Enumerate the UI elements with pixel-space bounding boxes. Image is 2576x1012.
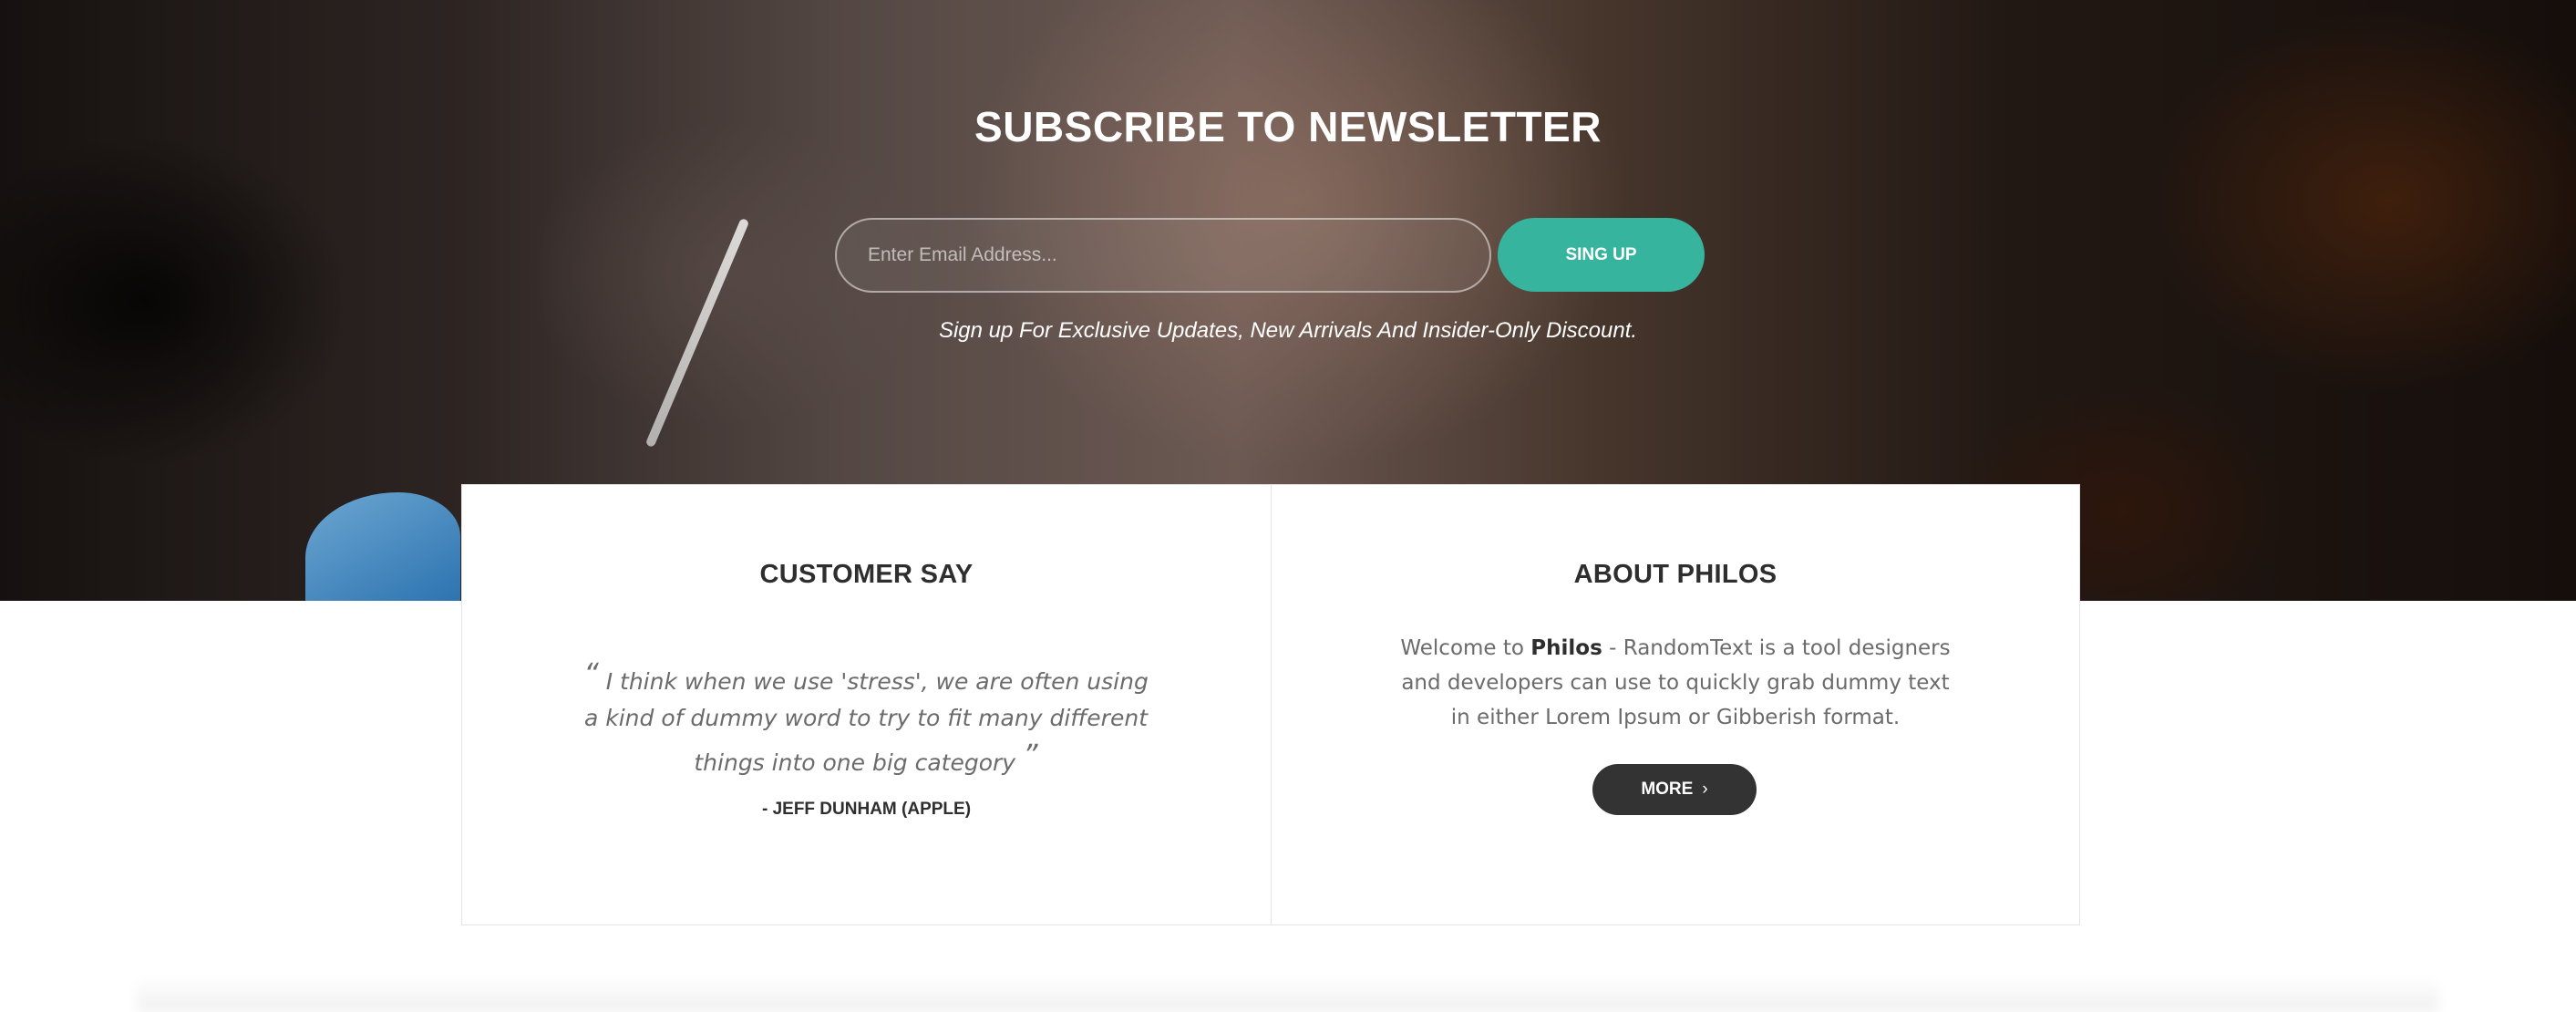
about-text: Welcome to Philos - RandomText is a tool… <box>1390 631 1961 735</box>
quote-open-icon: “ <box>583 656 599 691</box>
about-title: ABOUT PHILOS <box>1573 560 1777 589</box>
newsletter-title: SUBSCRIBE TO NEWSLETTER <box>974 103 1602 150</box>
customer-say-title: CUSTOMER SAY <box>759 560 974 589</box>
chevron-right-icon: › <box>1702 780 1708 799</box>
about-brand: Philos <box>1530 636 1602 660</box>
testimonial-author: - JEFF DUNHAM (APPLE) <box>761 800 972 819</box>
info-cards: CUSTOMER SAY “ I think when we use 'stre… <box>461 484 2080 925</box>
about-card: ABOUT PHILOS Welcome to Philos - RandomT… <box>1271 485 2079 924</box>
more-label: MORE <box>1641 780 1694 799</box>
testimonial-quote: “ I think when we use 'stress', we are o… <box>581 656 1151 781</box>
more-button[interactable]: MORE › <box>1592 764 1757 815</box>
signup-button[interactable]: SING UP <box>1498 218 1705 292</box>
about-text-before: Welcome to <box>1400 636 1531 660</box>
customer-say-card: CUSTOMER SAY “ I think when we use 'stre… <box>462 485 1271 924</box>
email-input[interactable] <box>835 218 1491 293</box>
footer-shadow <box>137 976 2439 1012</box>
quote-close-icon: ” <box>1023 738 1038 772</box>
testimonial-text: I think when we use 'stress', we are oft… <box>583 668 1149 776</box>
newsletter-subtitle: Sign up For Exclusive Updates, New Arriv… <box>938 318 1638 343</box>
